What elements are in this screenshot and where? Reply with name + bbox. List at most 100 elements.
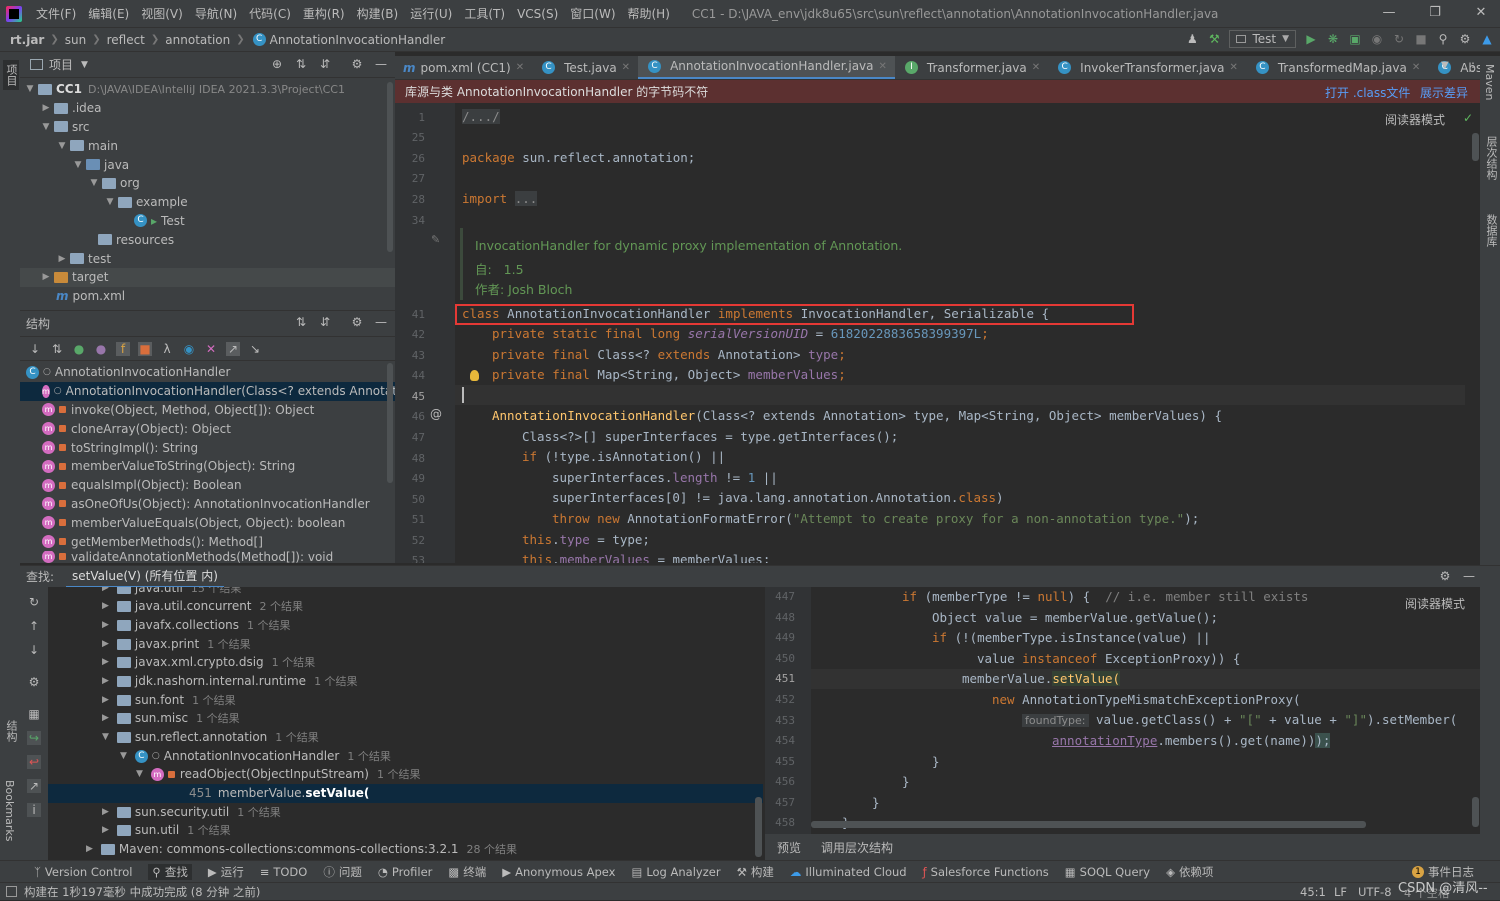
close-tab-icon[interactable]: ✕ bbox=[1412, 62, 1420, 73]
chevron-down-icon[interactable]: ▼ bbox=[81, 60, 88, 70]
tab-annotation-invocation-handler[interactable]: C AnnotationInvocationHandler.java ✕ bbox=[638, 56, 895, 79]
bookmarks-tool-button[interactable]: Bookmarks bbox=[3, 780, 16, 841]
properties-icon[interactable]: ● bbox=[94, 342, 108, 356]
scrollbar[interactable] bbox=[387, 82, 393, 252]
code-editor[interactable]: 1 25 26 27 28 34 41 42 43 44 45 46 47 48… bbox=[395, 103, 1480, 563]
tool-salesforce-functions[interactable]: ƒ Salesforce Functions bbox=[923, 865, 1049, 879]
result-row[interactable]: ▶ sun.font 1 个结果 bbox=[102, 691, 236, 710]
menu-build[interactable]: 构建(B) bbox=[351, 5, 405, 22]
structure-member[interactable]: m asOneOfUs(Object): AnnotationInvocation… bbox=[20, 495, 395, 514]
anonymous-icon[interactable]: ◉ bbox=[182, 342, 196, 356]
minimize-icon[interactable]: — bbox=[1382, 6, 1396, 20]
structure-member[interactable]: m cloneArray(Object): Object bbox=[20, 419, 395, 438]
result-row[interactable]: ▶ javax.print 1 个结果 bbox=[102, 635, 251, 654]
export-icon[interactable]: ↗ bbox=[27, 779, 41, 793]
tree-item-example[interactable]: ▼ example bbox=[20, 193, 395, 212]
user-icon[interactable]: ♟ bbox=[1185, 32, 1199, 46]
structure-member[interactable]: m toStringImpl(): String bbox=[20, 438, 395, 457]
autoscroll-to-source-icon[interactable]: ↗ bbox=[226, 341, 240, 356]
run-config-select[interactable]: Test ▼ bbox=[1229, 30, 1296, 48]
scrollbar[interactable] bbox=[1472, 797, 1479, 827]
scrollbar[interactable] bbox=[387, 363, 393, 483]
edit-doc-icon[interactable]: ✎ bbox=[431, 233, 440, 246]
structure-member[interactable]: m memberValueEquals(Object, Object): bool… bbox=[20, 513, 395, 532]
breadcrumb-rt-jar[interactable]: rt.jar bbox=[10, 33, 44, 47]
menu-navigate[interactable]: 导航(N) bbox=[189, 5, 243, 22]
stop-icon[interactable]: ■ bbox=[1414, 32, 1428, 46]
tree-item-main[interactable]: ▼ main bbox=[20, 136, 395, 155]
tree-item-pom[interactable]: m pom.xml bbox=[20, 287, 395, 306]
tab-preview[interactable]: 预览 bbox=[777, 839, 801, 856]
structure-member[interactable]: m ○ AnnotationInvocationHandler(Class<? ex… bbox=[20, 381, 425, 401]
caret-position[interactable]: 45:1 bbox=[1300, 885, 1326, 899]
tool-terminal[interactable]: ▩ 终端 bbox=[448, 864, 486, 880]
sort-visibility-icon[interactable]: ⇅ bbox=[50, 342, 64, 356]
reader-mode-toggle[interactable]: 阅读器模式 bbox=[1385, 111, 1445, 128]
tab-list-chevron-icon[interactable]: ▼ bbox=[1441, 60, 1449, 71]
gear-icon[interactable]: ⚙ bbox=[1438, 569, 1452, 583]
result-row[interactable]: ▶ sun.util 1 个结果 bbox=[102, 821, 231, 840]
file-encoding[interactable]: UTF-8 bbox=[1358, 885, 1392, 899]
project-panel-title[interactable]: 项目 bbox=[49, 56, 73, 73]
result-row[interactable]: ▶ sun.misc 1 个结果 bbox=[102, 709, 240, 728]
folded-imports[interactable]: ... bbox=[514, 191, 538, 206]
tool-anonymous-apex[interactable]: ▶ Anonymous Apex bbox=[502, 865, 615, 879]
result-row[interactable]: ▶ jdk.nashorn.internal.runtime 1 个结果 bbox=[102, 672, 358, 691]
fields-icon[interactable]: f bbox=[116, 341, 130, 356]
close-tab-icon[interactable]: ✕ bbox=[516, 62, 524, 73]
override-annotation-icon[interactable]: @ bbox=[430, 407, 442, 421]
close-tab-icon[interactable]: ✕ bbox=[622, 62, 630, 73]
tree-item-resources[interactable]: resources bbox=[20, 230, 395, 249]
close-tab-icon[interactable]: ✕ bbox=[1032, 62, 1040, 73]
close-tab-icon[interactable]: ✕ bbox=[879, 61, 887, 72]
tool-version-control[interactable]: ᛉ Version Control bbox=[34, 865, 132, 879]
menu-refactor[interactable]: 重构(R) bbox=[297, 5, 351, 22]
structure-member[interactable]: m getMemberMethods(): Method[] bbox=[20, 532, 395, 551]
debug-icon[interactable]: ❋ bbox=[1326, 32, 1340, 46]
tree-item-src[interactable]: ▼ src bbox=[20, 118, 395, 137]
menu-run[interactable]: 运行(U) bbox=[404, 5, 458, 22]
info-icon[interactable]: i bbox=[27, 803, 41, 817]
previous-occurrence-icon[interactable]: ↑ bbox=[27, 619, 41, 633]
result-row[interactable]: ▶ javafx.collections 1 个结果 bbox=[102, 616, 291, 635]
structure-member[interactable]: m invoke(Object, Method, Object[]): Objec… bbox=[20, 401, 395, 420]
find-tab[interactable]: setValue(V) (所有位置 内) bbox=[66, 566, 224, 588]
tree-item-org[interactable]: ▼ org bbox=[20, 174, 395, 193]
breadcrumb-annotation[interactable]: annotation bbox=[165, 33, 230, 47]
search-icon[interactable]: ⚲ bbox=[1436, 32, 1450, 46]
settings-gear-icon[interactable]: ⚙ bbox=[27, 675, 41, 689]
tree-item-test[interactable]: ▶ test bbox=[20, 249, 395, 268]
project-tool-button[interactable]: 项目 bbox=[3, 60, 19, 90]
autoscroll-from-source-icon[interactable]: ↘ bbox=[248, 342, 262, 356]
menu-help[interactable]: 帮助(H) bbox=[622, 5, 676, 22]
menu-view[interactable]: 视图(V) bbox=[135, 5, 189, 22]
locate-icon[interactable]: ⊕ bbox=[270, 57, 284, 71]
usage-preview[interactable]: 447 448 449 450 451 452 453 454 455 456 … bbox=[765, 587, 1480, 834]
tree-item-idea[interactable]: ▶ .idea bbox=[20, 99, 395, 118]
hide-icon[interactable]: — bbox=[374, 57, 388, 71]
tool-dependencies[interactable]: ◈ 依赖项 bbox=[1166, 864, 1213, 880]
hide-icon[interactable]: — bbox=[374, 315, 388, 329]
tool-find[interactable]: ⚲ 查找 bbox=[148, 863, 192, 880]
tab-transformed-map[interactable]: C TransformedMap.java ✕ bbox=[1246, 56, 1428, 79]
show-diff-link[interactable]: 展示差异 bbox=[1420, 84, 1468, 101]
result-row[interactable]: ▼ C ○ AnnotationInvocationHandler 1 个结果 bbox=[120, 747, 391, 766]
tree-item-cc1[interactable]: ▼ CC1 D:\JAVA\IDEA\IntelliJ IDEA 2021.3.3\… bbox=[20, 80, 395, 99]
structure-member[interactable]: m validateAnnotationMethods(Method[]): vo… bbox=[20, 550, 395, 563]
folded-region[interactable]: /.../ bbox=[462, 109, 500, 124]
tool-profiler[interactable]: ◔ Profiler bbox=[378, 865, 433, 879]
coverage-icon[interactable]: ▣ bbox=[1348, 32, 1362, 46]
result-row[interactable]: ▶ java.util.concurrent 2 个结果 bbox=[102, 597, 303, 616]
breadcrumb-class[interactable]: AnnotationInvocationHandler bbox=[270, 33, 446, 47]
sort-alpha-icon[interactable]: ↓ bbox=[28, 342, 42, 356]
structure-tool-button[interactable]: 结构 bbox=[3, 720, 19, 742]
settings-gear-icon[interactable]: ⚙ bbox=[1458, 32, 1472, 46]
group-by-icon[interactable]: ▦ bbox=[27, 707, 41, 721]
rerun-icon[interactable]: ↻ bbox=[1392, 32, 1406, 46]
expand-all-icon[interactable]: ⇅ bbox=[294, 315, 308, 329]
lambdas-icon[interactable]: λ bbox=[160, 342, 174, 356]
gear-icon[interactable]: ⚙ bbox=[350, 315, 364, 329]
tool-problems[interactable]: ⓘ 问题 bbox=[323, 864, 362, 880]
open-class-file-link[interactable]: 打开 .class文件 bbox=[1325, 84, 1410, 101]
close-tab-icon[interactable]: ✕ bbox=[1229, 62, 1237, 73]
